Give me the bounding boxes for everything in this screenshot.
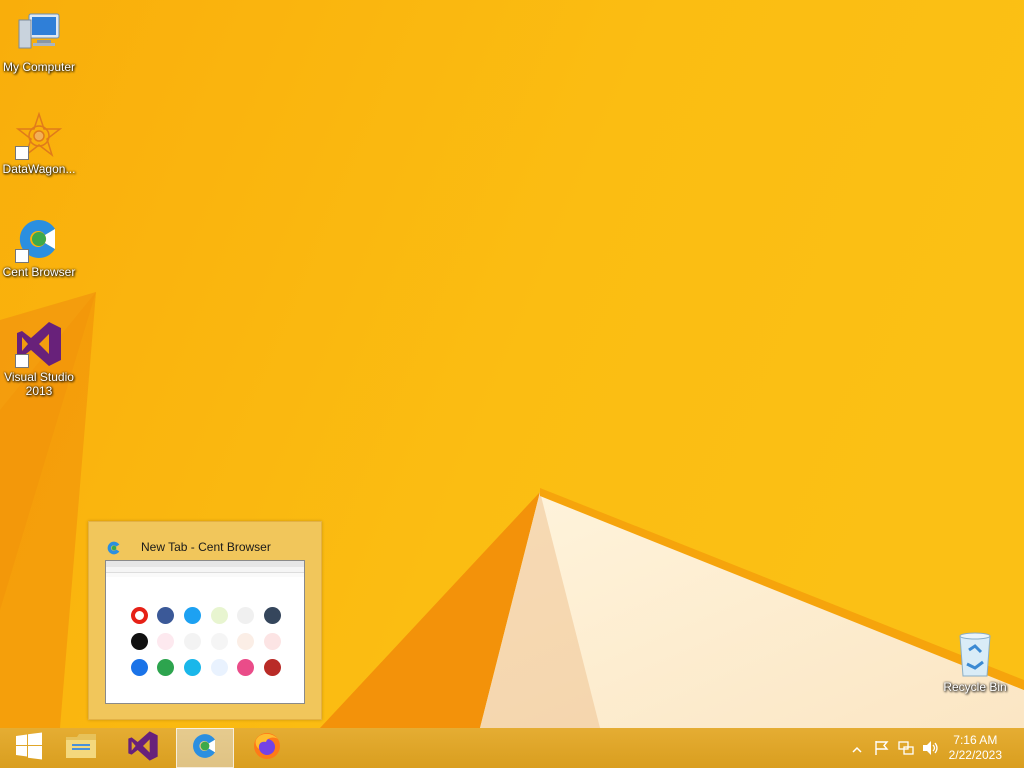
- thumb-tile: [157, 659, 175, 676]
- desktop-icon-label: My Computer: [2, 60, 76, 74]
- thumb-tile: [130, 659, 148, 676]
- file-explorer-button[interactable]: [52, 728, 110, 768]
- thumb-tile: [263, 659, 281, 676]
- taskbar: 7:16 AM 2/22/2023: [0, 728, 1024, 768]
- recycle-bin-icon: [951, 630, 999, 678]
- thumb-speed-dial-grid: [126, 607, 286, 676]
- thumb-tile: [210, 659, 228, 676]
- thumb-bookmarks-bar: [106, 573, 304, 577]
- thumb-tile: [263, 633, 281, 650]
- preview-window-thumbnail[interactable]: [105, 560, 305, 704]
- desktop-icon-label: Recycle Bin: [943, 680, 1007, 694]
- preview-title: New Tab - Cent Browser: [141, 540, 271, 554]
- desktop: My Computer DataWagon... Cent Browser Vi…: [0, 0, 1024, 728]
- desktop-icon-label: Cent Browser: [2, 265, 76, 279]
- shortcut-arrow-icon: [15, 249, 29, 263]
- system-tray: [848, 728, 944, 768]
- thumb-tile: [130, 607, 148, 624]
- clock[interactable]: 7:16 AM 2/22/2023: [949, 733, 1002, 763]
- folder-icon: [64, 731, 98, 766]
- desktop-icon-label: DataWagon...: [2, 162, 76, 176]
- cent-browser-icon: [190, 731, 220, 766]
- cent-browser-button[interactable]: [176, 728, 234, 768]
- windows-logo-icon: [15, 732, 43, 765]
- desktop-icon-recycle-bin[interactable]: Recycle Bin: [936, 630, 1014, 694]
- computer-icon: [15, 10, 63, 58]
- desktop-icon-my-computer[interactable]: My Computer: [0, 10, 78, 74]
- thumb-tile: [183, 633, 201, 650]
- start-button[interactable]: [0, 728, 58, 768]
- firefox-icon: [251, 730, 283, 767]
- thumb-tile: [237, 633, 255, 650]
- action-center-flag-icon[interactable]: [874, 740, 890, 761]
- thumb-tile: [183, 659, 201, 676]
- cent-browser-icon: [106, 540, 122, 561]
- thumb-tile: [130, 633, 148, 650]
- thumb-tile: [157, 607, 175, 624]
- desktop-icon-cent-browser[interactable]: Cent Browser: [0, 215, 78, 279]
- cent-browser-icon: [15, 215, 63, 263]
- visual-studio-button[interactable]: [114, 728, 172, 768]
- thumb-tile: [263, 607, 281, 624]
- shortcut-arrow-icon: [15, 146, 29, 160]
- thumb-tile: [237, 607, 255, 624]
- firefox-button[interactable]: [238, 728, 296, 768]
- thumb-tile: [237, 659, 255, 676]
- desktop-icon-label: Visual Studio 2013: [4, 370, 74, 398]
- network-icon[interactable]: [898, 740, 914, 761]
- thumb-tile: [183, 607, 201, 624]
- clock-time: 7:16 AM: [953, 733, 998, 747]
- desktop-icon-visual-studio[interactable]: Visual Studio 2013: [0, 320, 78, 398]
- volume-icon[interactable]: [922, 740, 940, 761]
- thumb-tile: [210, 633, 228, 650]
- show-hidden-icons-icon[interactable]: [852, 742, 862, 760]
- thumb-tile: [157, 633, 175, 650]
- visual-studio-icon: [15, 320, 63, 368]
- thumb-tile: [210, 607, 228, 624]
- taskbar-thumbnail-preview[interactable]: New Tab - Cent Browser: [88, 521, 322, 720]
- shortcut-arrow-icon: [15, 354, 29, 368]
- visual-studio-icon: [127, 730, 159, 767]
- clock-date: 2/22/2023: [948, 748, 1002, 762]
- desktop-icon-datawagon[interactable]: DataWagon...: [0, 111, 78, 176]
- datawagon-icon: [15, 111, 63, 160]
